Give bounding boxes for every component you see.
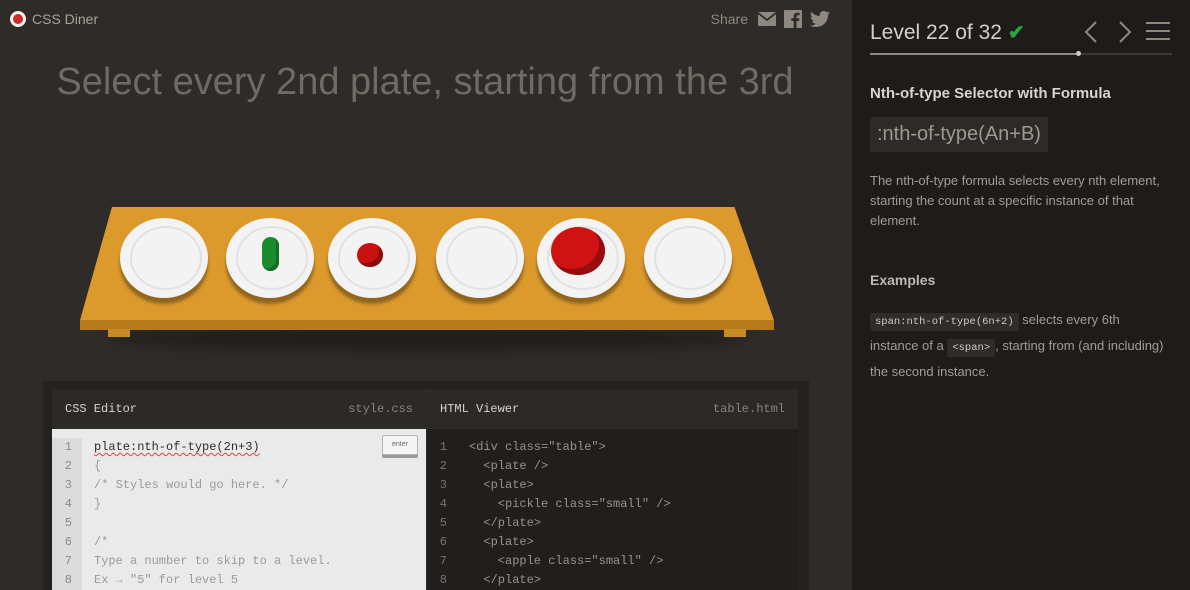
code-line: 6 /* — [52, 533, 426, 552]
css-editor-title: CSS Editor — [65, 402, 138, 416]
facebook-icon[interactable] — [784, 10, 802, 28]
code-text: <apple class="small" /> — [469, 554, 664, 568]
line-number: 5 — [52, 514, 82, 533]
line-number: 7 — [52, 552, 82, 571]
small-apple[interactable] — [357, 243, 383, 267]
code-line: 1 <div class="table"> — [427, 438, 798, 457]
level-progress-bar — [870, 51, 1172, 56]
next-level-icon[interactable] — [1118, 21, 1132, 43]
app-name: CSS Diner — [32, 11, 99, 27]
example-text: span:nth-of-type(6n+2) selects every 6th… — [870, 308, 1170, 383]
line-number: 6 — [439, 535, 447, 549]
css-code-area[interactable]: 1 plate:nth-of-type(2n+3) 2{3/* Styles wou… — [52, 429, 426, 590]
code-line: 8 Ex → "5" for level 5 — [52, 571, 426, 590]
twitter-icon[interactable] — [810, 11, 830, 27]
css-editor-filename: style.css — [348, 402, 413, 416]
enter-button[interactable]: enter — [382, 435, 418, 455]
code-text: </plate> — [469, 573, 542, 587]
code-line: 2{ — [52, 457, 426, 476]
level-header: Level 22 of 32 ✔ — [870, 20, 1025, 45]
selector-name: Nth-of-type Selector with Formula — [870, 85, 1111, 102]
example-code-selector: span:nth-of-type(6n+2) — [870, 313, 1019, 331]
line-number: 2 — [52, 457, 82, 476]
html-code-area[interactable]: 1 <div class="table"> 2 <plate /> 3 <plate>… — [427, 429, 798, 590]
plate-1[interactable] — [120, 218, 208, 298]
check-icon: ✔ — [1007, 22, 1025, 44]
code-line: 3 <plate> — [427, 476, 798, 495]
code-text: /* Styles would go here. */ — [94, 478, 289, 492]
line-number: 1 — [439, 440, 447, 454]
line-number: 3 — [52, 476, 82, 495]
table-leg — [724, 329, 746, 337]
code-line: 8 </plate> — [427, 571, 798, 590]
selector-description: The nth-of-type formula selects every nt… — [870, 173, 1160, 228]
css-editor-header: CSS Editor style.css — [52, 389, 426, 429]
code-line: 5 </plate> — [427, 514, 798, 533]
code-line: 6 <plate> — [427, 533, 798, 552]
code-text: Ex → "5" for level 5 — [94, 573, 239, 587]
code-text: <plate /> — [469, 459, 549, 473]
apple[interactable] — [551, 227, 605, 275]
level-instruction: Select every 2nd plate, starting from th… — [56, 61, 794, 103]
examples-title: Examples — [870, 272, 936, 288]
share-label: Share — [710, 11, 748, 27]
previous-level-icon[interactable] — [1084, 21, 1098, 43]
code-line: 4 <pickle class="small" /> — [427, 495, 798, 514]
code-line: 2 <plate /> — [427, 457, 798, 476]
level-sidebar: Level 22 of 32 ✔ Nth-of-type Selector wi… — [852, 0, 1190, 590]
html-viewer-pane: HTML Viewer table.html 1 <div class="tabl… — [426, 389, 798, 590]
html-viewer-filename: table.html — [712, 402, 785, 416]
logo-icon — [10, 11, 26, 27]
code-text: Type a number to skip to a level. — [94, 554, 332, 568]
share-bar: Share — [711, 10, 830, 28]
line-number: 6 — [52, 533, 82, 552]
html-viewer-header: HTML Viewer table.html — [427, 389, 798, 429]
app-logo[interactable]: CSS Diner — [10, 11, 98, 27]
line-number: 4 — [439, 497, 447, 511]
css-selector-input[interactable]: plate:nth-of-type(2n+3) — [82, 438, 260, 457]
code-editor: CSS Editor style.css 1 plate:nth-of-type(… — [43, 381, 809, 590]
example-code-tag: <span> — [947, 339, 996, 357]
code-text: <plate> — [469, 535, 534, 549]
code-line: 5 — [52, 514, 426, 533]
level-title: Level 22 of 32 — [870, 20, 1002, 44]
code-line: 7 <apple class="small" /> — [427, 552, 798, 571]
plate-4[interactable] — [436, 218, 524, 298]
code-text: <pickle class="small" /> — [469, 497, 671, 511]
table-leg — [108, 329, 130, 337]
code-text: { — [94, 459, 102, 473]
small-pickle[interactable] — [262, 237, 279, 271]
plate-6[interactable] — [644, 218, 732, 298]
selector-syntax: :nth-of-type(An+B) — [870, 117, 1048, 152]
code-text: <div class="table"> — [469, 440, 606, 454]
level-progress-marker — [1075, 51, 1081, 56]
line-number: 3 — [439, 478, 447, 492]
line-number: 4 — [52, 495, 82, 514]
code-text: } — [94, 497, 102, 511]
code-text: /* — [94, 535, 109, 549]
code-text: </plate> — [469, 516, 542, 530]
code-text: <plate> — [469, 478, 534, 492]
code-line: 1 plate:nth-of-type(2n+3) — [52, 438, 426, 457]
line-number: 1 — [52, 438, 82, 457]
line-number: 5 — [439, 516, 447, 530]
email-icon[interactable] — [758, 12, 776, 26]
line-number: 8 — [439, 573, 447, 587]
code-line: 7 Type a number to skip to a level. — [52, 552, 426, 571]
code-line: 4} — [52, 495, 426, 514]
line-number: 2 — [439, 459, 447, 473]
level-progress-fill — [870, 53, 1078, 55]
line-number: 7 — [439, 554, 447, 568]
menu-icon[interactable] — [1146, 21, 1170, 41]
code-line: 3 /* Styles would go here. */ — [52, 476, 426, 495]
css-editor-pane: CSS Editor style.css 1 plate:nth-of-type(… — [52, 389, 426, 590]
table-edge — [80, 320, 774, 330]
line-number: 8 — [52, 571, 82, 590]
html-viewer-title: HTML Viewer — [440, 402, 520, 416]
